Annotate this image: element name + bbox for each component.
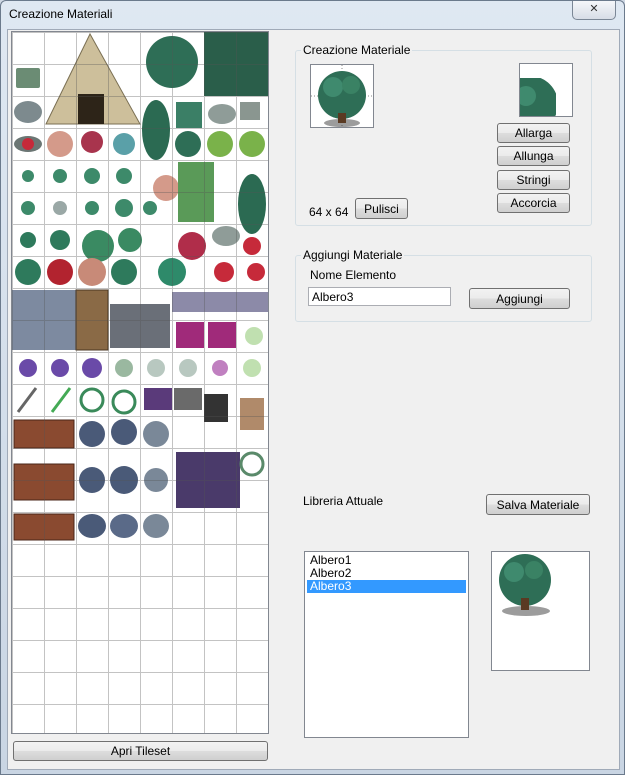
accorcia-button[interactable]: Accorcia [497, 193, 570, 213]
material-canvas-image [311, 65, 373, 127]
main-window: Creazione Materiali ✕ Apri Tileset Creaz… [0, 0, 625, 775]
library-preview-image [499, 554, 551, 616]
library-listbox[interactable]: Albero1 Albero2 Albero3 [304, 551, 469, 738]
window-title: Creazione Materiali [9, 7, 113, 21]
stringi-button[interactable]: Stringi [497, 170, 570, 190]
list-item[interactable]: Albero3 [307, 580, 466, 593]
nome-elemento-label: Nome Elemento [310, 268, 397, 282]
size-label: 64 x 64 [309, 205, 349, 219]
material-canvas[interactable] [310, 64, 374, 128]
pulisci-button[interactable]: Pulisci [355, 198, 408, 219]
title-bar[interactable]: Creazione Materiali ✕ [1, 1, 624, 29]
nome-elemento-input[interactable] [308, 287, 451, 306]
allarga-button[interactable]: Allarga [497, 123, 570, 143]
salva-materiale-button[interactable]: Salva Materiale [486, 494, 590, 515]
aggiungi-group-title: Aggiungi Materiale [301, 248, 405, 262]
client-area: Apri Tileset Creazione Materiale Allarga… [7, 29, 620, 770]
creazione-group-title: Creazione Materiale [301, 43, 413, 57]
tileset-panel[interactable] [11, 31, 269, 734]
open-tileset-button[interactable]: Apri Tileset [13, 741, 268, 761]
aggiungi-button[interactable]: Aggiungi [469, 288, 570, 309]
tile-preview-image [502, 64, 572, 132]
tile-preview [502, 63, 573, 132]
tile-grid-lines [12, 32, 268, 733]
allunga-button[interactable]: Allunga [497, 146, 570, 166]
libreria-label: Libreria Attuale [303, 494, 384, 508]
close-button[interactable]: ✕ [572, 1, 616, 20]
close-icon: ✕ [589, 3, 599, 15]
library-preview [491, 551, 590, 671]
